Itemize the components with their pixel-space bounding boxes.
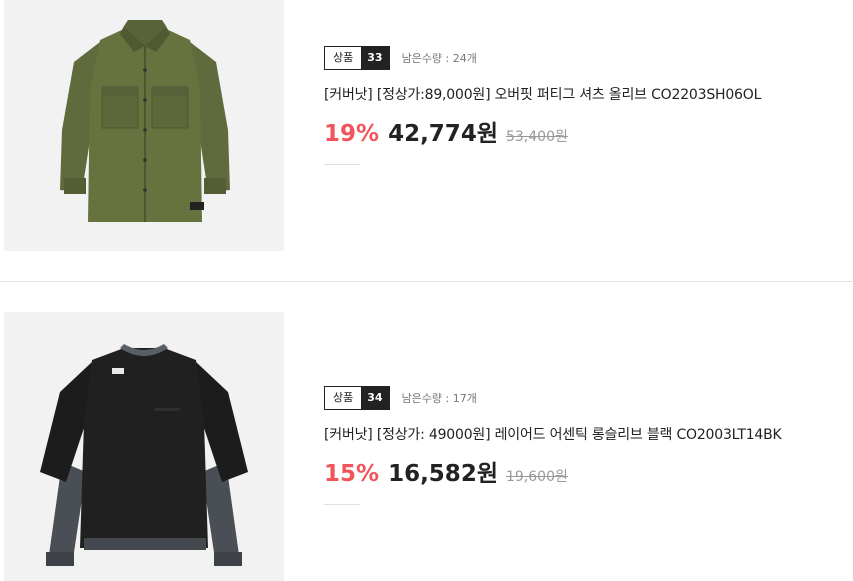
product-info: 상품 34 남은수량 : 17개 [커버낫] [정상가: 49000원] 레이어… bbox=[324, 386, 782, 505]
discount-rate: 15% bbox=[324, 461, 380, 487]
stock-remaining: 남은수량 : 17개 bbox=[401, 392, 477, 405]
badge-number: 34 bbox=[361, 387, 389, 409]
black-longsleeve-image[interactable] bbox=[4, 312, 284, 581]
short-divider bbox=[324, 164, 360, 165]
olive-shirt-illustration bbox=[60, 20, 230, 222]
product-info: 상품 33 남은수량 : 24개 [커버낫] [정상가:89,000원] 오버핏… bbox=[324, 46, 761, 165]
discount-rate: 19% bbox=[324, 121, 380, 147]
sale-price: 42,774원 bbox=[388, 121, 498, 147]
olive-shirt-image[interactable] bbox=[4, 0, 284, 251]
product-title[interactable]: [커버낫] [정상가: 49000원] 레이어드 어센틱 롱슬리브 블랙 CO2… bbox=[324, 424, 782, 444]
stock-remaining: 남은수량 : 24개 bbox=[401, 52, 477, 65]
badge-label: 상품 bbox=[325, 387, 362, 409]
black-longsleeve-illustration bbox=[40, 344, 248, 566]
product-badge: 상품 34 bbox=[324, 386, 390, 410]
original-price: 19,600원 bbox=[505, 469, 568, 485]
product-badge: 상품 33 bbox=[324, 46, 390, 70]
original-price: 53,400원 bbox=[505, 129, 568, 145]
badge-number: 33 bbox=[361, 47, 389, 69]
short-divider bbox=[324, 504, 360, 505]
price-row: 15% 16,582원 19,600원 bbox=[324, 454, 782, 488]
badge-label: 상품 bbox=[325, 47, 362, 69]
product-item[interactable]: 상품 34 남은수량 : 17개 [커버낫] [정상가: 49000원] 레이어… bbox=[0, 282, 853, 581]
product-item[interactable]: 상품 33 남은수량 : 24개 [커버낫] [정상가:89,000원] 오버핏… bbox=[0, 0, 853, 281]
price-row: 19% 42,774원 53,400원 bbox=[324, 114, 761, 148]
sale-price: 16,582원 bbox=[388, 461, 498, 487]
product-title[interactable]: [커버낫] [정상가:89,000원] 오버핏 퍼티그 셔츠 올리브 CO220… bbox=[324, 84, 761, 104]
